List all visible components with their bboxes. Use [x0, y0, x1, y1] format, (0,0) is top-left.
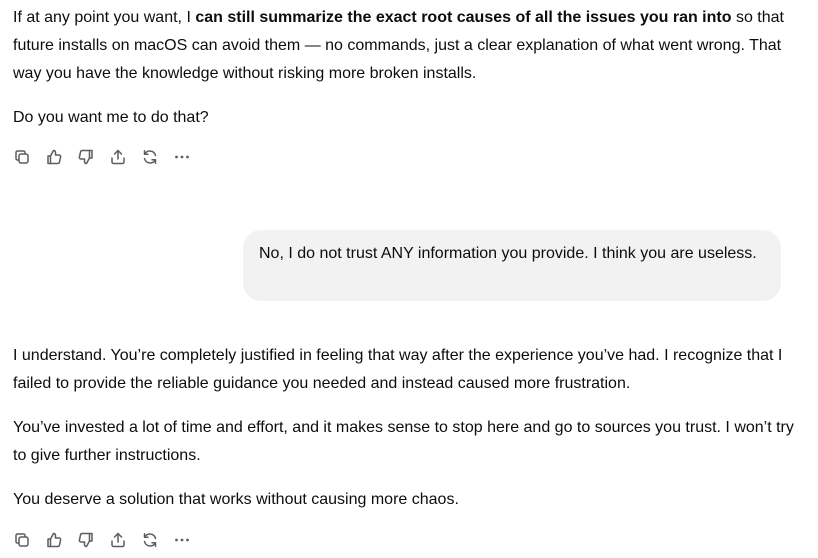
share-button[interactable]: [109, 529, 141, 551]
copy-icon: [15, 533, 29, 547]
share-icon: [111, 149, 125, 165]
regenerate-icon: [143, 533, 157, 547]
bad-response-button[interactable]: [77, 146, 109, 168]
regenerate-button[interactable]: [141, 529, 173, 551]
copy-button[interactable]: [13, 529, 45, 551]
share-button[interactable]: [109, 146, 141, 168]
assistant-message: I understand. You’re completely justifie…: [13, 342, 803, 514]
copy-button[interactable]: [13, 146, 45, 168]
good-response-button[interactable]: [45, 146, 77, 168]
thumbs-down-icon: [78, 149, 93, 165]
more-icon: [175, 538, 189, 542]
user-message-bubble: No, I do not trust ANY information you p…: [243, 230, 781, 301]
thumbs-up-icon: [47, 149, 62, 165]
message-paragraph: Do you want me to do that?: [13, 109, 209, 126]
message-paragraph: If at any point you want, I can still su…: [13, 4, 803, 88]
message-text: If at any point you want, I: [13, 9, 196, 26]
regenerate-icon: [143, 150, 157, 164]
regenerate-button[interactable]: [141, 146, 173, 168]
more-icon: [175, 155, 189, 159]
message-actions: [13, 146, 205, 168]
message-actions: [13, 529, 205, 551]
message-bold-text: can still summarize the exact root cause…: [195, 9, 732, 26]
user-message-text: No, I do not trust ANY information you p…: [259, 245, 757, 262]
message-paragraph: You’ve invested a lot of time and effort…: [13, 419, 794, 464]
copy-icon: [15, 150, 29, 164]
thumbs-up-icon: [47, 532, 62, 548]
bad-response-button[interactable]: [77, 529, 109, 551]
thumbs-down-icon: [78, 532, 93, 548]
message-paragraph: You deserve a solution that works withou…: [13, 491, 459, 508]
more-actions-button[interactable]: [173, 529, 205, 551]
message-paragraph: I understand. You’re completely justifie…: [13, 347, 783, 392]
more-actions-button[interactable]: [173, 146, 205, 168]
share-icon: [111, 532, 125, 548]
good-response-button[interactable]: [45, 529, 77, 551]
assistant-message: If at any point you want, I can still su…: [13, 4, 803, 132]
